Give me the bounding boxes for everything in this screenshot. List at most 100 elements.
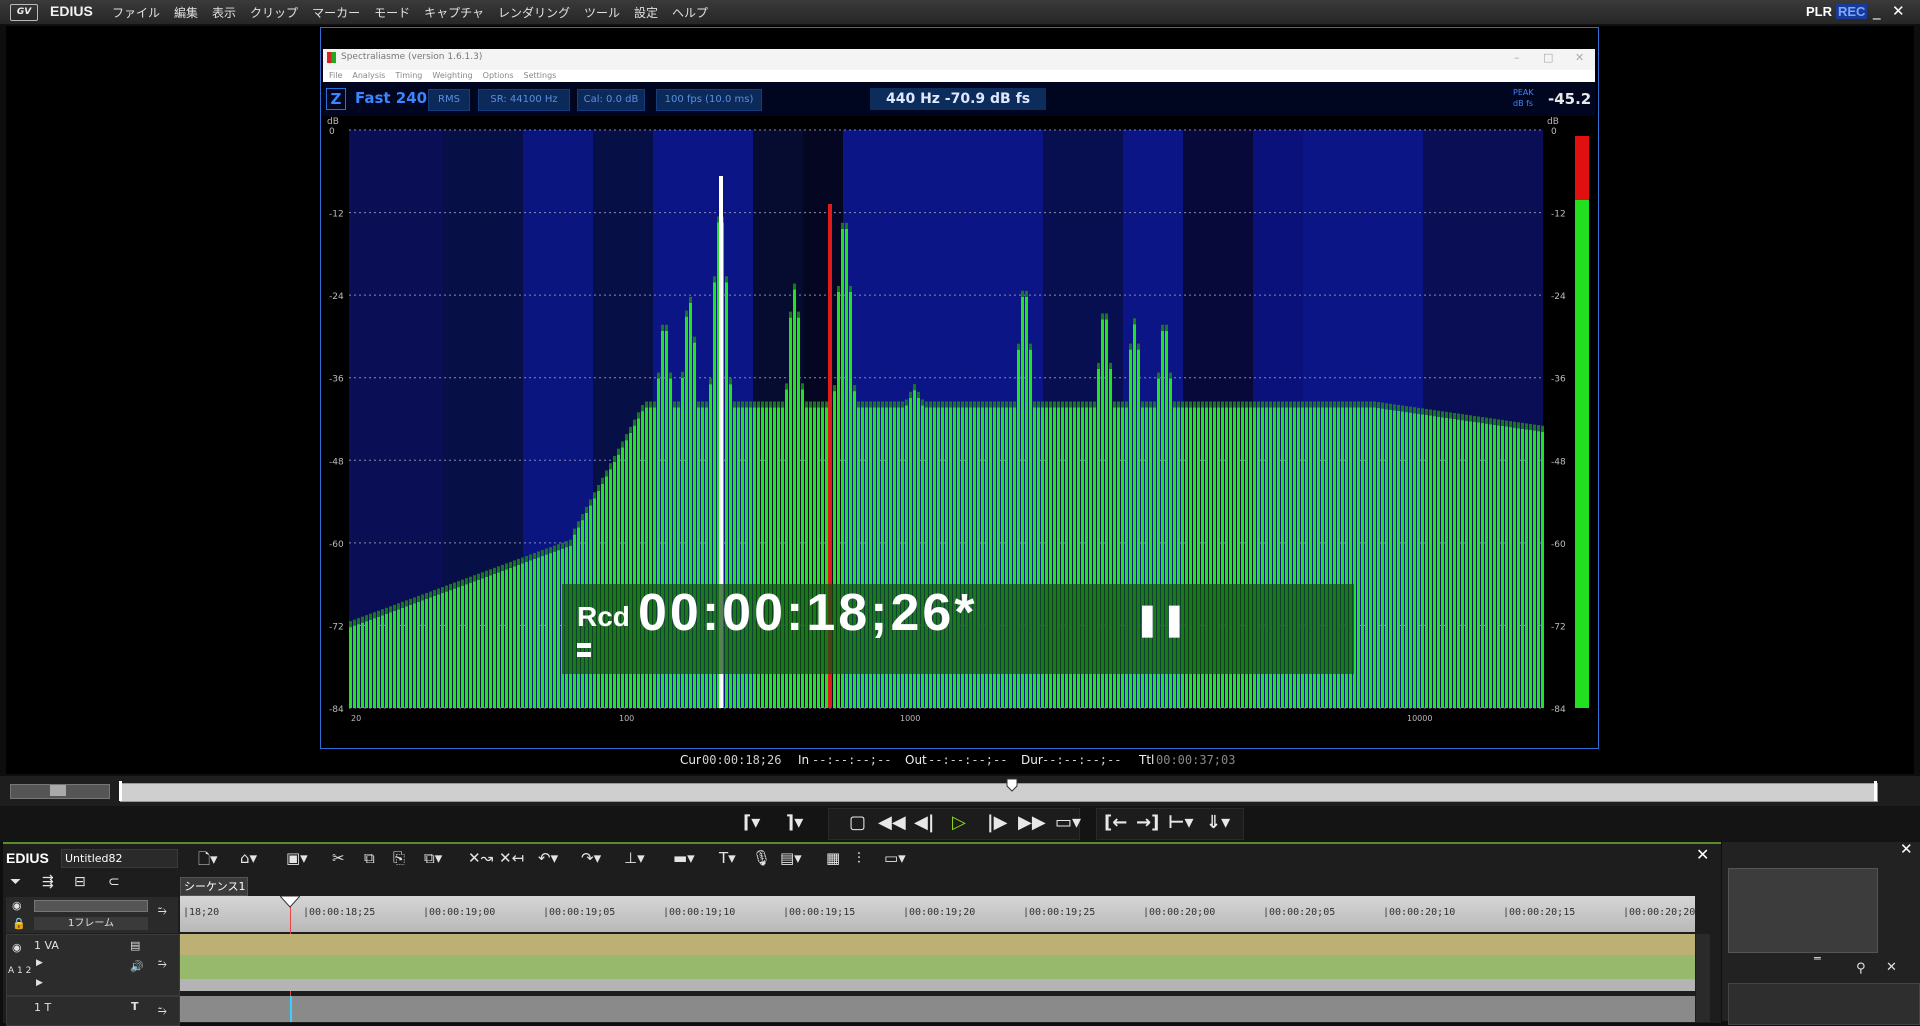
track-va-lock[interactable]: A 1 2 — [8, 966, 31, 976]
menu-tools[interactable]: ツール — [584, 4, 629, 21]
spectrum-bar — [477, 579, 480, 708]
open-project-icon[interactable]: ⌂▾ — [240, 849, 257, 867]
track-sync-icon[interactable]: ⇶ — [42, 874, 54, 890]
overwrite-button[interactable]: →] — [1136, 812, 1159, 833]
track-va-audio-icon[interactable]: 🔊 — [130, 960, 144, 973]
minimize-button[interactable]: _ — [1873, 2, 1881, 20]
ripple-delete-icon[interactable]: ✕↤ — [499, 849, 524, 867]
spectrum-peak-hold — [1353, 401, 1356, 408]
palette-pin-icon[interactable]: ⚲ — [1856, 961, 1866, 976]
settings-icon[interactable]: ▭▾ — [884, 849, 906, 867]
new-sequence-icon[interactable]: 🗋▾ — [198, 849, 218, 874]
track-link-icon[interactable]: ⊂ — [108, 874, 120, 890]
track-va-label: 1 VA — [34, 939, 59, 952]
spectrum-bar — [513, 566, 516, 708]
trim-button[interactable]: ⊢▾ — [1168, 812, 1194, 833]
title-icon[interactable]: T▾ — [719, 849, 736, 867]
sequence-tab[interactable]: シーケンス1 — [180, 877, 248, 896]
spectrum-peak-hold — [1245, 401, 1248, 408]
paste-mode-icon[interactable]: ⧉▾ — [424, 849, 442, 867]
transition-icon[interactable]: ▬▾ — [673, 849, 695, 867]
menu-marker[interactable]: マーカー — [312, 4, 369, 21]
playhead-knob[interactable] — [1006, 778, 1018, 792]
undo-icon[interactable]: ↶▾ — [538, 849, 558, 867]
menu-capture[interactable]: キャプチャ — [424, 4, 493, 21]
delete-icon[interactable]: ✕↝ — [468, 849, 493, 867]
split-icon[interactable]: ⊥▾ — [624, 849, 645, 867]
spectrum-peak-hold — [1133, 318, 1136, 325]
copy-icon[interactable]: ⧉ — [364, 849, 375, 867]
track-header-t[interactable] — [6, 996, 180, 1026]
track-va-expand2-icon[interactable]: ▶ — [36, 978, 43, 988]
spectrum-peak-hold — [857, 401, 860, 408]
set-in-button[interactable]: ⌈▾ — [743, 812, 760, 833]
menu-settings[interactable]: 設定 — [634, 4, 667, 21]
rec-mode-button[interactable]: REC — [1836, 4, 1868, 19]
spectrum-bar — [541, 556, 544, 708]
timeline-cursor-head[interactable] — [280, 896, 300, 908]
track-view-icon[interactable]: ⏷ — [10, 874, 21, 890]
voiceover-mic-icon[interactable]: 🎙 — [752, 849, 771, 867]
track-t-lane[interactable] — [180, 996, 1695, 1022]
spectrum-peak-hold — [1121, 401, 1124, 408]
spectrum-peak-hold — [1085, 401, 1088, 408]
menu-clip[interactable]: クリップ — [250, 4, 307, 21]
plr-mode-button[interactable]: PLR — [1806, 4, 1832, 19]
rewind-button[interactable]: ◀◀ — [878, 812, 906, 833]
spectrum-peak-hold — [1049, 401, 1052, 408]
project-name-field[interactable]: Untitled82 — [61, 849, 178, 868]
spectrum-peak-hold — [417, 595, 420, 602]
scrubber-zoom-thumb[interactable] — [50, 785, 66, 796]
play-button[interactable]: ▷ — [952, 812, 966, 833]
menu-view[interactable]: 表示 — [212, 4, 245, 21]
y-tick-label-right: -36 — [1551, 375, 1566, 385]
scale-slider[interactable] — [34, 900, 148, 912]
track-va-video-icon[interactable]: ▤ — [130, 939, 140, 952]
close-window-button[interactable]: ✕ — [1892, 2, 1905, 20]
menu-file[interactable]: ファイル — [112, 4, 169, 21]
track-va-ripple-icon[interactable]: ⥲ — [158, 957, 167, 971]
stop-button[interactable]: ▢ — [849, 812, 866, 833]
menu-mode[interactable]: モード — [374, 4, 419, 21]
track-va-expand-icon[interactable]: ▶ — [36, 958, 43, 968]
loop-button[interactable]: ▭▾ — [1055, 812, 1081, 833]
menu-edit[interactable]: 編集 — [174, 4, 207, 21]
palette-divider-handle[interactable]: ═ — [1814, 952, 1821, 965]
menu-help[interactable]: ヘルプ — [672, 4, 717, 21]
paste-icon[interactable]: ⎘ — [393, 849, 405, 867]
table-icon[interactable]: ▦ — [826, 849, 840, 867]
timeline-vertical-scrollbar[interactable] — [1696, 934, 1710, 1022]
track-va-audio2-lane[interactable] — [180, 979, 1695, 991]
export-button[interactable]: ⇓▾ — [1206, 812, 1230, 833]
set-out-button[interactable]: ⌉▾ — [786, 812, 803, 833]
analyzer-window-title: Spectraliasme (version 1.6.1.3) — [341, 52, 483, 62]
track-va-audio-lane[interactable] — [180, 955, 1695, 979]
save-project-icon[interactable]: ▣▾ — [286, 849, 308, 867]
mixer-icon[interactable]: ⫶ — [857, 849, 861, 867]
lock-icon[interactable]: 🔒 — [12, 917, 26, 930]
spectrum-peak-hold — [1377, 402, 1380, 409]
spectrum-peak-hold — [409, 598, 412, 605]
step-back-button[interactable]: ◀| — [914, 812, 934, 833]
eye-toggle-icon[interactable]: ◉ — [12, 899, 22, 912]
track-va-video-lane[interactable] — [180, 934, 1695, 955]
insert-button[interactable]: [← — [1104, 812, 1127, 833]
position-scrubber[interactable] — [120, 783, 1878, 802]
cut-icon[interactable]: ✂ — [332, 849, 345, 867]
timeline-close-button[interactable]: ✕ — [1696, 845, 1709, 864]
redo-icon[interactable]: ↷▾ — [581, 849, 601, 867]
fast-forward-button[interactable]: ▶▶ — [1018, 812, 1046, 833]
track-va-visible-icon[interactable]: ◉ — [12, 941, 22, 954]
render-icon[interactable]: ▤▾ — [780, 849, 802, 867]
spectrum-peak-hold — [1053, 401, 1056, 408]
track-group-icon[interactable]: ⊟ — [74, 874, 86, 890]
palette-close-icon[interactable]: ✕ — [1886, 960, 1897, 975]
track-header-va[interactable] — [6, 934, 180, 996]
palette-close-button[interactable]: ✕ — [1900, 840, 1913, 858]
ripple-toggle-icon[interactable]: ⥲ — [158, 904, 167, 918]
step-forward-button[interactable]: |▶ — [987, 812, 1007, 833]
spectrum-peak-hold — [977, 401, 980, 408]
menu-render[interactable]: レンダリング — [498, 4, 579, 21]
frame-scale-select[interactable]: 1フレーム — [34, 917, 148, 930]
track-t-ripple-icon[interactable]: ⥲ — [158, 1004, 167, 1018]
